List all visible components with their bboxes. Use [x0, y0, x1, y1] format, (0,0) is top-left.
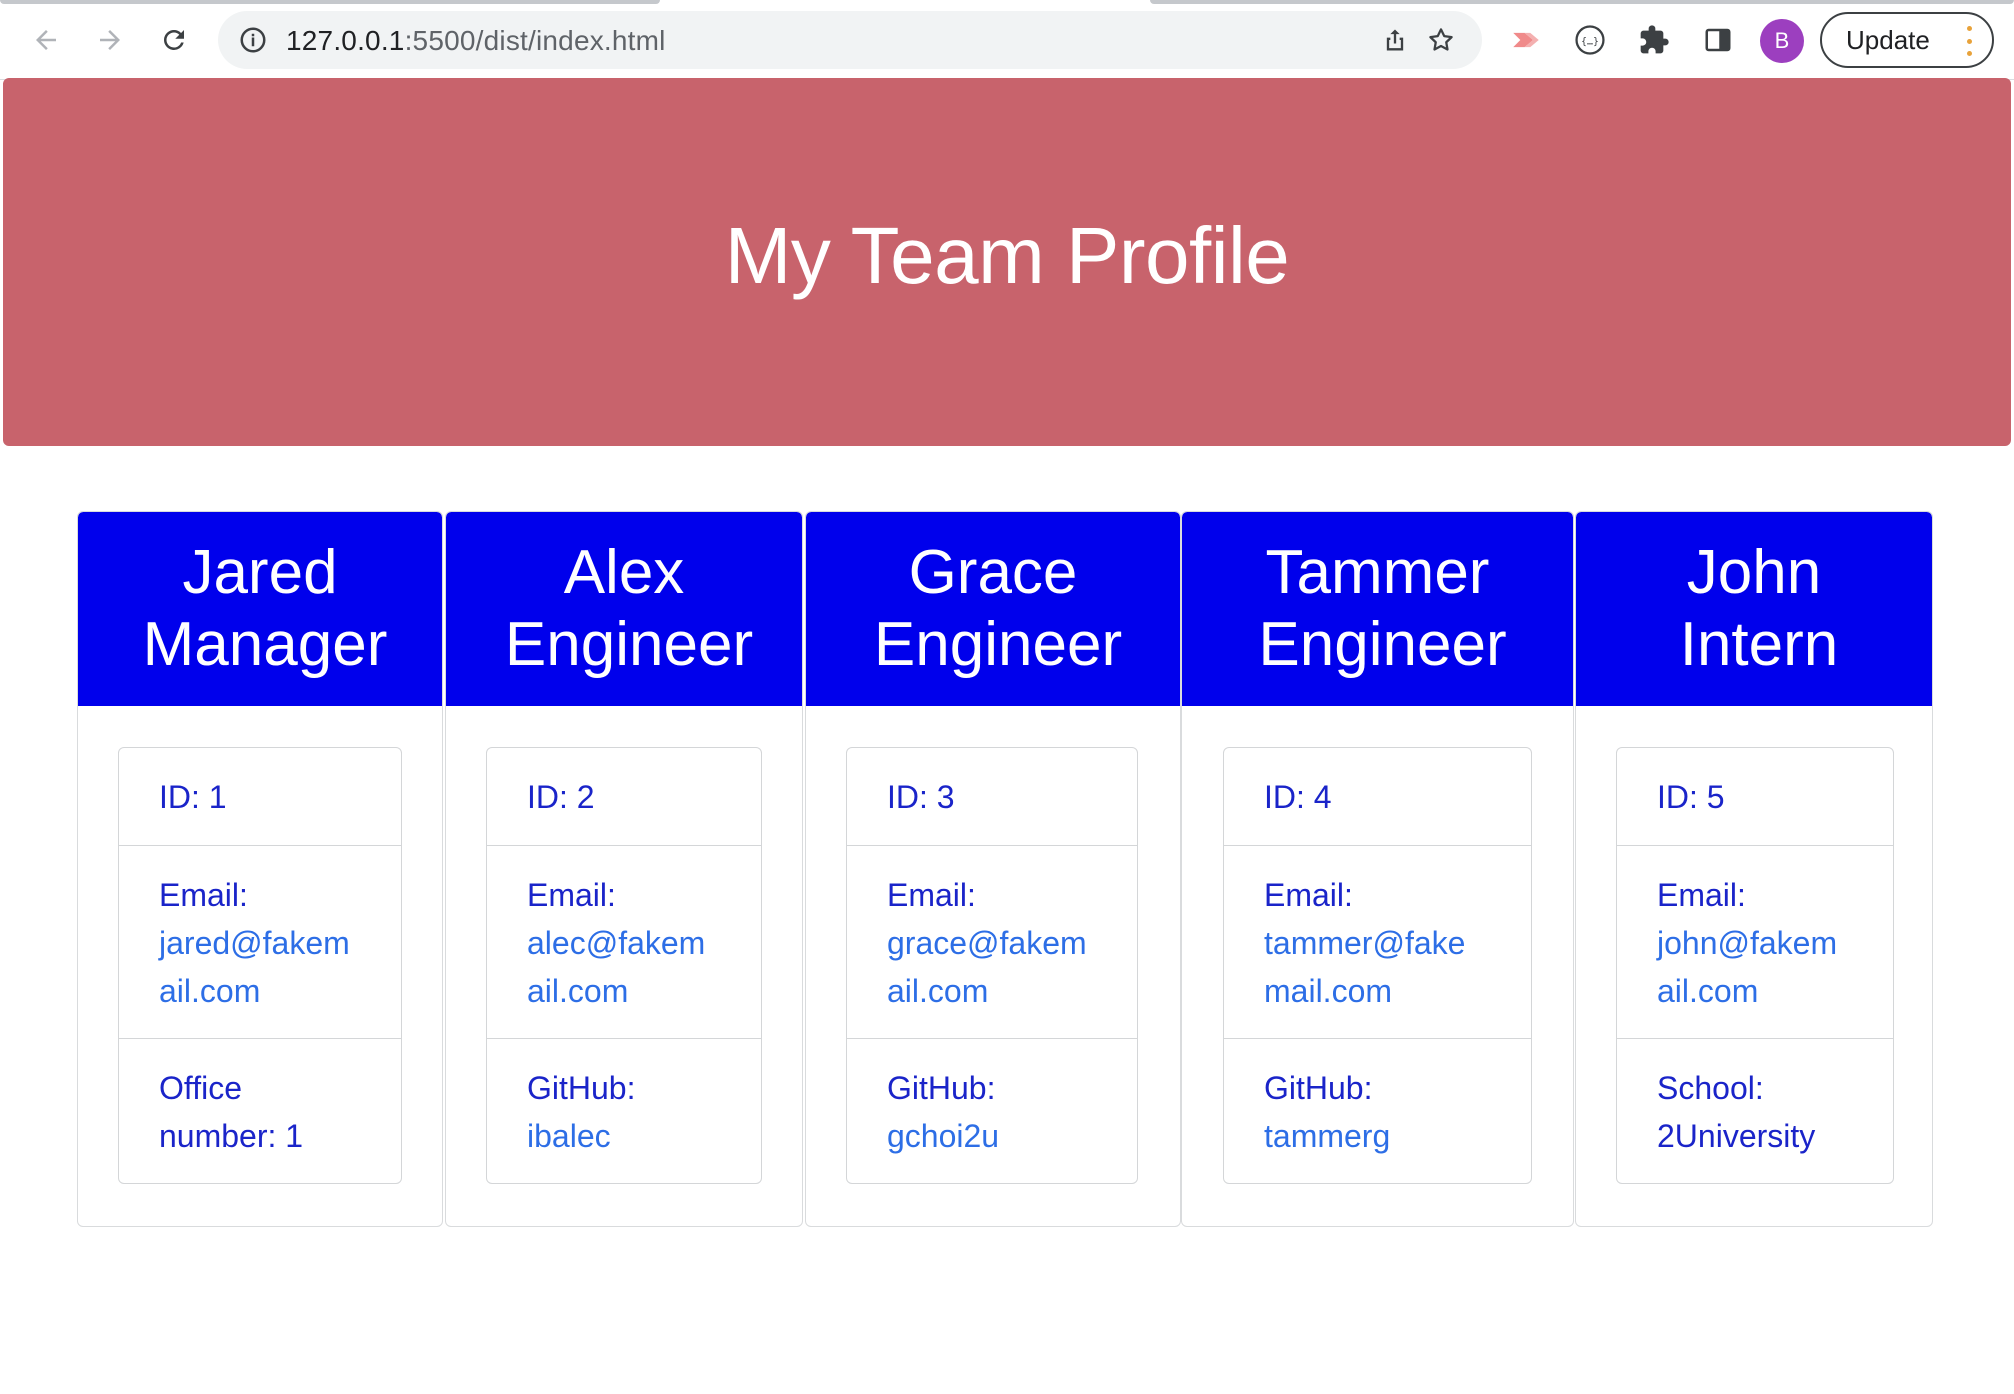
employee-name: Grace [908, 538, 1078, 607]
employee-name: Jared [182, 538, 338, 607]
email-link-line: ail.com [887, 973, 989, 1009]
extra-label: GitHub: [527, 1070, 636, 1106]
email-link-line: jared@fakem [159, 925, 350, 961]
extension-json-icon[interactable]: {…} [1568, 18, 1612, 62]
employee-role: Manager [142, 610, 388, 679]
id-item: ID: 3 [847, 748, 1137, 846]
team-card-engineer: Alex Engineer ID: 2 Email: alec@fakem ail… [445, 511, 803, 1227]
email-link-line: john@fakem [1657, 925, 1838, 961]
url-path: :5500/dist/index.html [404, 25, 666, 56]
site-info-icon[interactable] [236, 23, 270, 57]
browser-toolbar: 127.0.0.1:5500/dist/index.html {…} B Upd… [0, 0, 2014, 80]
extra-label: School: [1657, 1070, 1764, 1106]
team-card-engineer: Grace Engineer ID: 3 Email: grace@fakem a… [805, 511, 1181, 1227]
card-header: Grace Engineer [806, 512, 1180, 706]
email-link-line: alec@fakem [527, 925, 706, 961]
email-label: Email: [527, 877, 616, 913]
url-host: 127.0.0.1 [286, 25, 405, 56]
github-item: GitHub: tammerg [1224, 1039, 1531, 1183]
back-button[interactable] [22, 16, 70, 64]
employee-name: Alex [563, 538, 685, 607]
id-item: ID: 2 [487, 748, 761, 846]
id-item: ID: 5 [1617, 748, 1893, 846]
email-link[interactable]: john@fakem ail.com [1657, 919, 1853, 1015]
team-card-manager: Jared Manager ID: 1 Email: jared@fakem ai… [77, 511, 443, 1227]
update-button[interactable]: Update [1820, 12, 1994, 68]
address-bar[interactable]: 127.0.0.1:5500/dist/index.html [218, 11, 1482, 69]
email-link-line: ail.com [1657, 973, 1759, 1009]
reload-icon [164, 29, 184, 50]
card-header: Alex Engineer [446, 512, 802, 706]
id-item: ID: 4 [1224, 748, 1531, 846]
email-link[interactable]: grace@fakem ail.com [887, 919, 1097, 1015]
extension-arrow-icon[interactable] [1504, 18, 1548, 62]
github-link[interactable]: gchoi2u [887, 1118, 999, 1154]
office-number-item: Office number: 1 [119, 1039, 401, 1183]
side-panel-icon[interactable] [1696, 18, 1740, 62]
team-card-engineer: Tammer Engineer ID: 4 Email: tammer@fake… [1181, 511, 1574, 1227]
github-link[interactable]: tammerg [1264, 1118, 1390, 1154]
url-text[interactable]: 127.0.0.1:5500/dist/index.html [286, 25, 666, 57]
github-item: GitHub: gchoi2u [847, 1039, 1137, 1183]
reload-button[interactable] [150, 16, 198, 64]
tab-strip-edge [1150, 0, 2014, 4]
email-label: Email: [159, 877, 248, 913]
bookmark-star-icon[interactable] [1424, 23, 1458, 57]
email-link[interactable]: tammer@fake mail.com [1264, 919, 1491, 1015]
employee-name: Tammer [1265, 538, 1490, 607]
email-label: Email: [1264, 877, 1353, 913]
employee-name: John [1686, 538, 1822, 607]
details-list: ID: 2 Email: alec@fakem ail.com GitHub: i… [486, 747, 762, 1184]
email-label: Email: [1657, 877, 1746, 913]
extra-value: number: 1 [159, 1118, 304, 1154]
school-item: School: 2University [1617, 1039, 1893, 1183]
extra-value: 2University [1657, 1118, 1816, 1154]
extra-label: GitHub: [887, 1070, 996, 1106]
arrow-left-icon [36, 30, 56, 50]
menu-dots-icon[interactable] [1966, 26, 1972, 56]
email-link[interactable]: jared@fakem ail.com [159, 919, 361, 1015]
extensions-puzzle-icon[interactable] [1632, 18, 1676, 62]
email-link[interactable]: alec@fakem ail.com [527, 919, 721, 1015]
email-link-line: ail.com [527, 973, 629, 1009]
page-header: My Team Profile [3, 78, 2011, 446]
card-header: John Intern [1576, 512, 1932, 706]
card-header: Jared Manager [78, 512, 442, 706]
email-link-line: tammer@fake [1264, 925, 1466, 961]
details-list: ID: 5 Email: john@fakem ail.com School: 2… [1616, 747, 1894, 1184]
forward-button[interactable] [86, 16, 134, 64]
details-list: ID: 1 Email: jared@fakem ail.com Office n… [118, 747, 402, 1184]
team-card-intern: John Intern ID: 5 Email: john@fakem ail.c… [1575, 511, 1933, 1227]
tab-strip-edge [0, 0, 660, 4]
share-icon[interactable] [1378, 23, 1412, 57]
employee-role: Engineer [1258, 610, 1507, 679]
extra-label: Office [159, 1070, 242, 1106]
email-link-line: ail.com [159, 973, 261, 1009]
id-item: ID: 1 [119, 748, 401, 846]
arrow-right-icon [100, 30, 120, 50]
card-header: Tammer Engineer [1182, 512, 1573, 706]
svg-text:{…}: {…} [1581, 36, 1599, 47]
email-item: Email: tammer@fake mail.com [1224, 846, 1531, 1039]
email-item: Email: john@fakem ail.com [1617, 846, 1893, 1039]
github-item: GitHub: ibalec [487, 1039, 761, 1183]
details-list: ID: 3 Email: grace@fakem ail.com GitHub: … [846, 747, 1138, 1184]
employee-role: Engineer [873, 610, 1123, 679]
email-item: Email: alec@fakem ail.com [487, 846, 761, 1039]
email-label: Email: [887, 877, 976, 913]
github-link[interactable]: ibalec [527, 1118, 611, 1154]
profile-avatar[interactable]: B [1760, 19, 1804, 63]
email-link-line: mail.com [1264, 973, 1393, 1009]
employee-role: Engineer [504, 610, 754, 679]
email-item: Email: grace@fakem ail.com [847, 846, 1137, 1039]
page-title: My Team Profile [724, 211, 1290, 300]
update-label: Update [1846, 24, 1930, 55]
email-item: Email: jared@fakem ail.com [119, 846, 401, 1039]
extra-label: GitHub: [1264, 1070, 1373, 1106]
email-link-line: grace@fakem [887, 925, 1087, 961]
details-list: ID: 4 Email: tammer@fake mail.com GitHub:… [1223, 747, 1532, 1184]
employee-role: Intern [1679, 610, 1839, 679]
